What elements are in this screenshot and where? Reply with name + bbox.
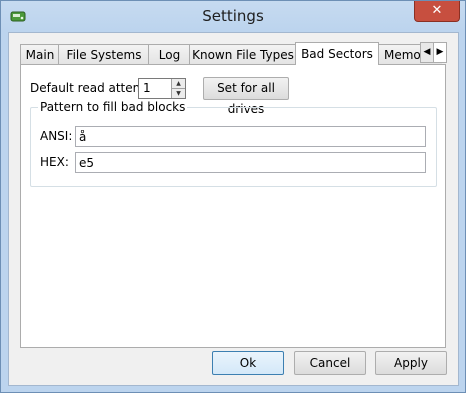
bad-sectors-panel: Default read attempts: 1 ▲ ▼ Set for all… [20,64,446,348]
tab-file-systems[interactable]: File Systems [58,44,150,65]
tab-scroll-left-icon[interactable]: ◀ [420,42,434,63]
dialog-client-area: Main File Systems Log Known File Types B… [8,32,459,386]
tab-bad-sectors[interactable]: Bad Sectors [295,42,379,65]
read-attempts-spinner[interactable]: 1 ▲ ▼ [138,78,186,99]
tab-known-file-types[interactable]: Known File Types [189,44,297,65]
ansi-field[interactable] [75,126,426,147]
spin-up-icon[interactable]: ▲ [172,79,185,89]
ok-button[interactable]: Ok [212,351,284,375]
cancel-button[interactable]: Cancel [294,351,366,375]
title-bar[interactable]: Settings ✕ [1,1,465,32]
set-for-all-drives-button[interactable]: Set for all drives [203,77,289,116]
spinner-buttons: ▲ ▼ [171,79,185,98]
apply-button[interactable]: Apply [375,351,447,375]
tab-strip: Main File Systems Log Known File Types B… [20,42,442,65]
tab-main[interactable]: Main [20,44,60,65]
hex-input[interactable] [76,153,419,172]
pattern-group-label: Pattern to fill bad blocks [38,100,188,114]
close-button[interactable]: ✕ [414,1,460,22]
settings-window: Settings ✕ Main File Systems Log Known F… [0,0,466,393]
window-title: Settings [202,7,264,25]
tab-log[interactable]: Log [148,44,191,65]
ansi-label: ANSI: [40,129,73,143]
hex-label: HEX: [40,155,69,169]
pattern-groupbox: Pattern to fill bad blocks ANSI: HEX: [30,100,437,187]
ansi-input[interactable] [76,127,419,146]
hex-field[interactable] [75,152,426,173]
tab-scroll-right-icon[interactable]: ▶ [433,42,447,63]
spin-down-icon[interactable]: ▼ [172,89,185,98]
read-attempts-value[interactable]: 1 [143,81,151,95]
